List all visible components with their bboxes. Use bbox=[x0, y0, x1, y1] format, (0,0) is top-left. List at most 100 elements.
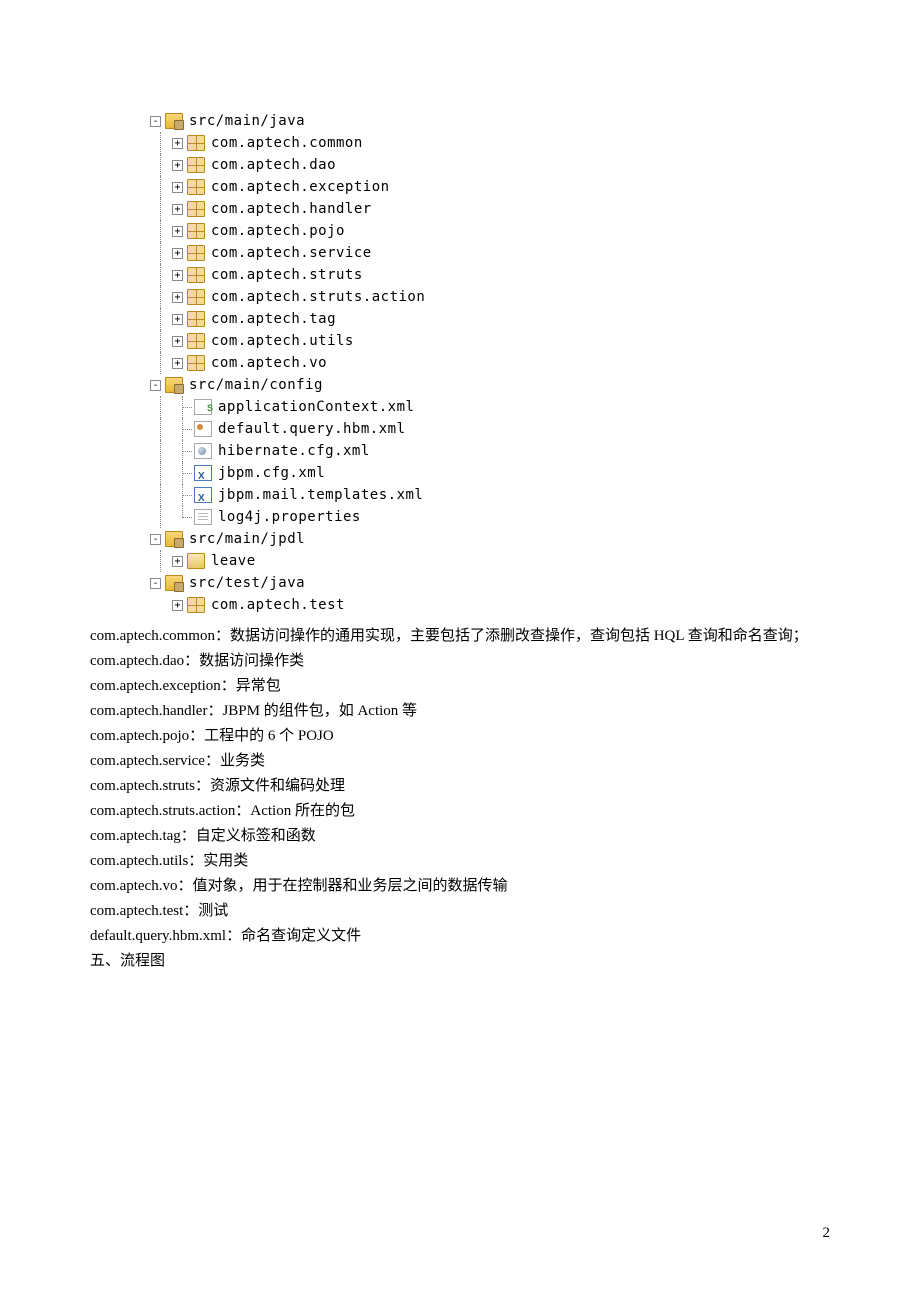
collapse-icon[interactable]: - bbox=[150, 578, 161, 589]
page-number: 2 bbox=[823, 1225, 831, 1242]
expand-icon[interactable]: + bbox=[172, 270, 183, 281]
expand-icon[interactable]: + bbox=[172, 248, 183, 259]
tree-node-package[interactable]: + com.aptech.exception bbox=[150, 176, 830, 198]
hbm-xml-icon bbox=[194, 421, 212, 437]
tree-label: src/main/config bbox=[189, 374, 323, 396]
expand-icon[interactable]: + bbox=[172, 600, 183, 611]
project-tree: - src/main/java +com.aptech.common +com.… bbox=[150, 110, 830, 616]
tree-node-package[interactable]: + com.aptech.struts.action bbox=[150, 286, 830, 308]
tree-node-package[interactable]: + com.aptech.service bbox=[150, 242, 830, 264]
tree-node-file[interactable]: hibernate.cfg.xml bbox=[150, 440, 830, 462]
desc-line: com.aptech.struts：资源文件和编码处理 bbox=[90, 774, 830, 799]
desc-line: com.aptech.vo：值对象，用于在控制器和业务层之间的数据传输 bbox=[90, 874, 830, 899]
tree-label: com.aptech.struts.action bbox=[211, 286, 425, 308]
desc-line: com.aptech.tag：自定义标签和函数 bbox=[90, 824, 830, 849]
tree-label: src/main/java bbox=[189, 110, 305, 132]
tree-label: com.aptech.test bbox=[211, 594, 345, 616]
source-folder-icon bbox=[165, 575, 183, 591]
tree-node-package[interactable]: + com.aptech.tag bbox=[150, 308, 830, 330]
desc-line: com.aptech.exception：异常包 bbox=[90, 674, 830, 699]
collapse-icon[interactable]: - bbox=[150, 116, 161, 127]
expand-icon[interactable]: + bbox=[172, 138, 183, 149]
desc-line: com.aptech.pojo：工程中的 6 个 POJO bbox=[90, 724, 830, 749]
tree-node-package[interactable]: + com.aptech.common bbox=[150, 132, 830, 154]
tree-node-file[interactable]: jbpm.mail.templates.xml bbox=[150, 484, 830, 506]
spring-xml-icon bbox=[194, 399, 212, 415]
tree-node-src-test-java[interactable]: - src/test/java bbox=[150, 572, 830, 594]
desc-line: com.aptech.struts.action：Action 所在的包 bbox=[90, 799, 830, 824]
tree-label: leave bbox=[211, 550, 256, 572]
expand-icon[interactable]: + bbox=[172, 358, 183, 369]
tree-node-file[interactable]: jbpm.cfg.xml bbox=[150, 462, 830, 484]
tree-node-src-main-jpdl[interactable]: - src/main/jpdl bbox=[150, 528, 830, 550]
tree-label: applicationContext.xml bbox=[218, 396, 414, 418]
package-icon bbox=[187, 157, 205, 173]
tree-node-package[interactable]: + com.aptech.pojo bbox=[150, 220, 830, 242]
tree-label: default.query.hbm.xml bbox=[218, 418, 406, 440]
tree-node-package[interactable]: + com.aptech.test bbox=[150, 594, 830, 616]
expand-icon[interactable]: + bbox=[172, 182, 183, 193]
tree-node-package[interactable]: +com.aptech.handler bbox=[150, 198, 830, 220]
package-icon bbox=[187, 311, 205, 327]
tree-label: com.aptech.service bbox=[211, 242, 372, 264]
expand-icon[interactable]: + bbox=[172, 336, 183, 347]
description-block: com.aptech.common：数据访问操作的通用实现，主要包括了添删改查操… bbox=[90, 624, 830, 974]
desc-line: com.aptech.common：数据访问操作的通用实现，主要包括了添删改查操… bbox=[90, 624, 830, 649]
package-icon bbox=[187, 333, 205, 349]
desc-line: default.query.hbm.xml：命名查询定义文件 bbox=[90, 924, 830, 949]
desc-line: com.aptech.handler：JBPM 的组件包，如 Action 等 bbox=[90, 699, 830, 724]
section-heading: 五、流程图 bbox=[90, 949, 830, 974]
expand-icon[interactable]: + bbox=[172, 314, 183, 325]
source-folder-icon bbox=[165, 113, 183, 129]
expand-icon[interactable]: + bbox=[172, 160, 183, 171]
package-icon bbox=[187, 135, 205, 151]
tree-node-package[interactable]: + com.aptech.struts bbox=[150, 264, 830, 286]
collapse-icon[interactable]: - bbox=[150, 380, 161, 391]
source-folder-icon bbox=[165, 377, 183, 393]
tree-node-package[interactable]: + com.aptech.dao bbox=[150, 154, 830, 176]
tree-node-folder[interactable]: + leave bbox=[150, 550, 830, 572]
tree-label: com.aptech.dao bbox=[211, 154, 336, 176]
desc-line: com.aptech.dao：数据访问操作类 bbox=[90, 649, 830, 674]
tree-node-src-main-config[interactable]: - src/main/config bbox=[150, 374, 830, 396]
tree-label: hibernate.cfg.xml bbox=[218, 440, 370, 462]
tree-label: com.aptech.utils bbox=[211, 330, 354, 352]
xml-file-icon bbox=[194, 465, 212, 481]
expand-icon[interactable]: + bbox=[172, 226, 183, 237]
tree-label: com.aptech.exception bbox=[211, 176, 390, 198]
tree-label: com.aptech.vo bbox=[211, 352, 327, 374]
package-icon bbox=[187, 245, 205, 261]
tree-node-package[interactable]: + com.aptech.utils bbox=[150, 330, 830, 352]
tree-label: com.aptech.pojo bbox=[211, 220, 345, 242]
tree-label: src/test/java bbox=[189, 572, 305, 594]
package-icon bbox=[187, 223, 205, 239]
xml-file-icon bbox=[194, 487, 212, 503]
desc-line: com.aptech.test：测试 bbox=[90, 899, 830, 924]
folder-icon bbox=[187, 553, 205, 569]
tree-label: jbpm.cfg.xml bbox=[218, 462, 325, 484]
tree-node-file[interactable]: applicationContext.xml bbox=[150, 396, 830, 418]
package-icon bbox=[187, 267, 205, 283]
tree-node-package[interactable]: + com.aptech.vo bbox=[150, 352, 830, 374]
expand-icon[interactable]: + bbox=[172, 556, 183, 567]
desc-line: com.aptech.service：业务类 bbox=[90, 749, 830, 774]
desc-line: com.aptech.utils：实用类 bbox=[90, 849, 830, 874]
package-icon bbox=[187, 289, 205, 305]
collapse-icon[interactable]: - bbox=[150, 534, 161, 545]
hibernate-cfg-icon bbox=[194, 443, 212, 459]
expand-icon[interactable]: + bbox=[172, 204, 183, 215]
package-icon bbox=[187, 179, 205, 195]
tree-label: com.aptech.common bbox=[211, 132, 363, 154]
package-icon bbox=[187, 597, 205, 613]
tree-label: com.aptech.struts bbox=[211, 264, 363, 286]
tree-label: jbpm.mail.templates.xml bbox=[218, 484, 423, 506]
tree-label: src/main/jpdl bbox=[189, 528, 305, 550]
package-icon bbox=[187, 201, 205, 217]
tree-label: com.aptech.tag bbox=[211, 308, 336, 330]
tree-node-src-main-java[interactable]: - src/main/java bbox=[150, 110, 830, 132]
expand-icon[interactable]: + bbox=[172, 292, 183, 303]
source-folder-icon bbox=[165, 531, 183, 547]
tree-node-file[interactable]: log4j.properties bbox=[150, 506, 830, 528]
properties-file-icon bbox=[194, 509, 212, 525]
tree-node-file[interactable]: default.query.hbm.xml bbox=[150, 418, 830, 440]
